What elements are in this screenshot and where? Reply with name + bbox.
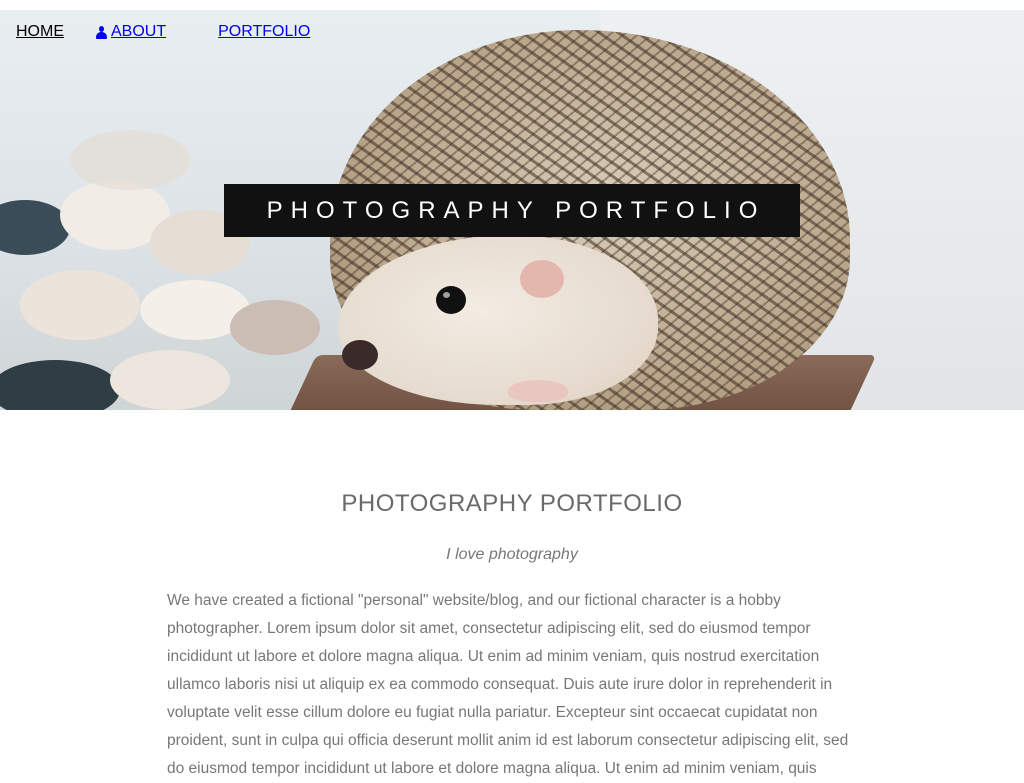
nav-about-link[interactable]: ABOUT <box>80 10 182 54</box>
intro-paragraph: We have created a fictional "personal" w… <box>167 592 849 777</box>
top-nav: HOME ABOUT PORTFOLIO <box>0 10 1024 54</box>
hedgehog-nose <box>342 340 378 370</box>
nav-home-label: HOME <box>16 23 64 40</box>
pebbles <box>0 130 340 410</box>
nav-about-label: ABOUT <box>111 23 167 40</box>
grid-icon <box>198 26 214 39</box>
nav-home-link[interactable]: HOME <box>0 10 80 54</box>
user-icon <box>96 25 107 39</box>
top-strip <box>0 0 1024 10</box>
hero-banner-title: PHOTOGRAPHY PORTFOLIO <box>224 184 800 237</box>
hedgehog-eye <box>436 286 466 314</box>
main-content: PHOTOGRAPHY PORTFOLIO I love photography… <box>167 410 857 783</box>
hedgehog-foot <box>508 380 568 402</box>
page-subtitle: I love photography <box>446 546 578 563</box>
page-title: PHOTOGRAPHY PORTFOLIO <box>341 490 683 517</box>
nav-portfolio-label: PORTFOLIO <box>218 23 311 40</box>
hedgehog-ear <box>520 260 564 298</box>
nav-portfolio-link[interactable]: PORTFOLIO <box>182 10 326 54</box>
